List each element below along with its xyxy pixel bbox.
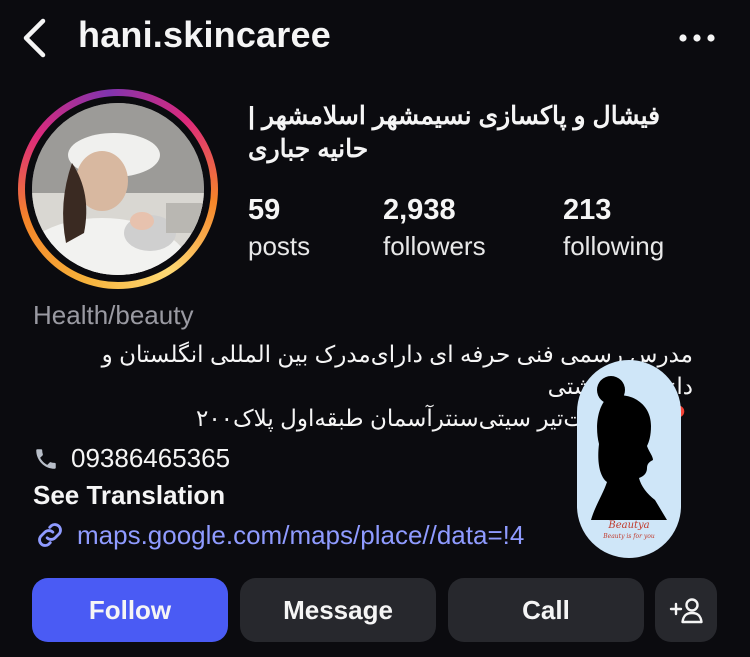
- bio-line: مدرس رسمی فنی حرفه ای دارای‌مدرک بین الم…: [101, 341, 693, 367]
- following-value: 213: [563, 194, 612, 226]
- followers-label: followers: [383, 231, 486, 261]
- posts-label: posts: [248, 231, 311, 261]
- followers-value: 2,938: [383, 194, 456, 226]
- top-bar: hani.skincaree: [0, 0, 750, 76]
- posts-count[interactable]: 59 posts: [248, 192, 310, 264]
- more-options-button[interactable]: [672, 18, 722, 58]
- sticker-brand: Beautya: [608, 520, 650, 531]
- back-button[interactable]: [14, 16, 54, 60]
- bio-phone: 09386465365: [33, 443, 230, 474]
- suggested-people-button[interactable]: [655, 578, 717, 642]
- followers-count[interactable]: 2,938 followers: [383, 192, 486, 264]
- message-button[interactable]: Message: [240, 578, 436, 642]
- add-person-icon: [669, 598, 703, 624]
- sticker-tagline: Beauty is for you: [603, 533, 655, 540]
- chevron-left-icon: [23, 18, 46, 58]
- see-translation-link[interactable]: See Translation: [33, 480, 225, 511]
- phone-icon: [36, 448, 56, 469]
- profile-category: Health/beauty: [33, 300, 194, 330]
- profile-username: hani.skincaree: [78, 14, 331, 55]
- call-button[interactable]: Call: [448, 578, 644, 642]
- profile-full-name: فیشال و پاکسازی نسیمشهر اسلامشهر | حانیه…: [248, 102, 661, 163]
- link-text: maps.google.com/maps/place//data=!4: [77, 519, 525, 550]
- profile-avatar[interactable]: [32, 103, 204, 275]
- beautya-logo-sticker: Beautya Beauty is for you: [577, 360, 681, 558]
- profile-website-link[interactable]: maps.google.com/maps/place//data=!4: [33, 518, 524, 552]
- more-horizontal-icon: [679, 34, 715, 42]
- following-count[interactable]: 213 following: [563, 192, 664, 264]
- follow-button[interactable]: Follow: [32, 578, 228, 642]
- posts-value: 59: [248, 194, 281, 226]
- following-label: following: [563, 231, 665, 261]
- phone-number[interactable]: 09386465365: [71, 443, 230, 474]
- link-icon: [38, 523, 62, 547]
- profile-stats: 59 posts 2,938 followers 213 following: [248, 192, 718, 272]
- story-ring[interactable]: [18, 89, 218, 289]
- woman-silhouette-icon: [591, 376, 667, 520]
